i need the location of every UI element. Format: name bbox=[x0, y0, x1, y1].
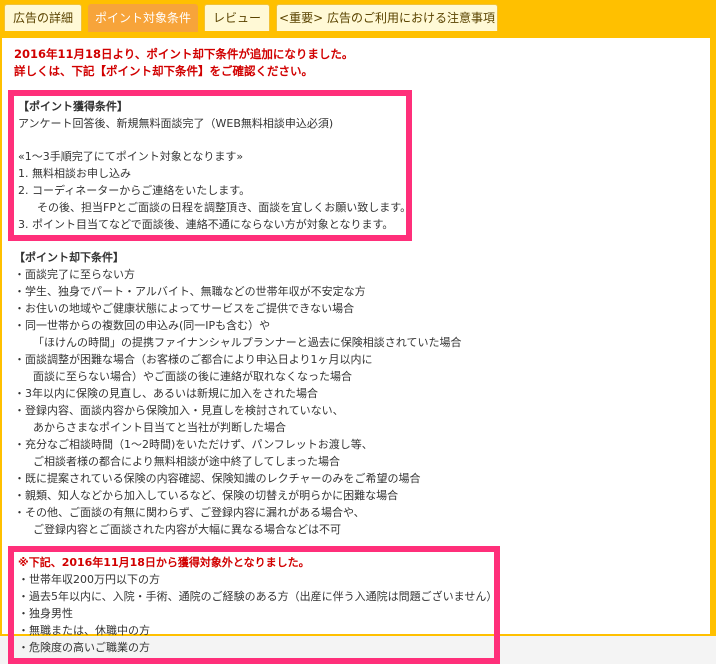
tab-ad-details[interactable]: 広告の詳細 bbox=[4, 4, 82, 31]
tab-bar: 広告の詳細 ポイント対象条件 レビュー <重要> 広告のご利用における注意事項 bbox=[0, 0, 716, 36]
reject-item: ・登録内容、面談内容から保険加入・見直しを検討されていない、 bbox=[14, 404, 344, 417]
excluded-title: ※下記、2016年11月18日から獲得対象外となりました。 bbox=[18, 556, 310, 569]
tab-review[interactable]: レビュー bbox=[204, 4, 270, 31]
reject-item: ・その他、ご面談の有無に関わらず、ご登録内容に漏れがある場合や、 bbox=[14, 506, 365, 519]
reject-section: 【ポイント却下条件】 ・面談完了に至らない方・学生、独身でパート・アルバイト、無… bbox=[14, 249, 704, 538]
reject-title: 【ポイント却下条件】 bbox=[14, 251, 124, 264]
reject-item: ・面談調整が困難な場合（お客様のご都合により申込日より1ヶ月以内に bbox=[14, 353, 373, 366]
notice-line-2: 詳しくは、下記【ポイント却下条件】をご確認ください。 bbox=[14, 64, 313, 78]
reject-item: ・親類、知人などから加入しているなど、保険の切替えが明らかに困難な場合 bbox=[14, 489, 399, 502]
earn-step: 2. コーディネーターからご連絡をいたします。 bbox=[18, 184, 251, 197]
excluded-item: ・過去5年以内に、入院・手術、通院のご経験のある方（出産に伴う入通院は問題ござい… bbox=[18, 590, 498, 603]
reject-item: ・既に提案されている保険の内容確認、保険知識のレクチャーのみをご希望の場合 bbox=[14, 472, 421, 485]
reject-item: ご登録内容とご面談された内容が大幅に異なる場合などは不可 bbox=[33, 523, 341, 536]
content-panel: 2016年11月18日より、ポイント却下条件が追加になりました。 詳しくは、下記… bbox=[0, 32, 712, 664]
reject-item: ・3年以内に保険の見直し、あるいは新規に加入をされた場合 bbox=[14, 387, 318, 400]
earn-line-1: アンケート回答後、新規無料面談完了（WEB無料相談申込必須) bbox=[18, 117, 334, 130]
scrollbar[interactable] bbox=[712, 36, 716, 636]
reject-item: ・面談完了に至らない方 bbox=[14, 268, 135, 281]
tab-point-conditions[interactable]: ポイント対象条件 bbox=[88, 4, 198, 33]
excluded-item: ・無職または、休職中の方 bbox=[18, 624, 150, 637]
earn-step: その後、担当FPとご面談の日程を調整頂き、面談を宜しくお願い致します。 bbox=[37, 201, 412, 214]
earn-line-2: «1～3手順完了にてポイント対象となります» bbox=[18, 150, 244, 163]
notice-line-1: 2016年11月18日より、ポイント却下条件が追加になりました。 bbox=[14, 47, 354, 61]
notice: 2016年11月18日より、ポイント却下条件が追加になりました。 詳しくは、下記… bbox=[14, 46, 704, 80]
reject-item: 面談に至らない場合）やご面談の後に連絡が取れなくなった場合 bbox=[33, 370, 352, 383]
excluded-item: ・世帯年収200万円以下の方 bbox=[18, 573, 160, 586]
tab-important-notes[interactable]: <重要> 広告のご利用における注意事項 bbox=[276, 4, 498, 31]
reject-item: ・お住いの地域やご健康状態によってサービスをご提供できない場合 bbox=[14, 302, 355, 315]
earn-step: 3. ポイント目当てなどで面談後、連絡不通にならない方が対象となります。 bbox=[18, 218, 394, 231]
content-body: 2016年11月18日より、ポイント却下条件が追加になりました。 詳しくは、下記… bbox=[8, 46, 704, 664]
reject-item: ご相談者様の都合により無料相談が途中終了してしまった場合 bbox=[33, 455, 341, 468]
earn-conditions-box: 【ポイント獲得条件】 アンケート回答後、新規無料面談完了（WEB無料相談申込必須… bbox=[8, 90, 412, 241]
reject-item: 「ほけんの時間」の提携ファイナンシャルプランナーと過去に保険相談されていた場合 bbox=[33, 336, 462, 349]
reject-item: あからさまなポイント目当てと当社が判断した場合 bbox=[33, 421, 286, 434]
reject-item: ・学生、独身でパート・アルバイト、無職などの世帯年収が不安定な方 bbox=[14, 285, 366, 298]
excluded-list: ・世帯年収200万円以下の方・過去5年以内に、入院・手術、通院のご経験のある方（… bbox=[18, 571, 498, 656]
earn-title: 【ポイント獲得条件】 bbox=[18, 100, 128, 113]
reject-item: ・充分なご相談時間（1～2時間)をいただけず、パンフレットお渡し等、 bbox=[14, 438, 373, 451]
excluded-box: ※下記、2016年11月18日から獲得対象外となりました。 ・世帯年収200万円… bbox=[8, 546, 500, 664]
earn-step: 1. 無料相談お申し込み bbox=[18, 167, 131, 180]
reject-list: ・面談完了に至らない方・学生、独身でパート・アルバイト、無職などの世帯年収が不安… bbox=[14, 266, 704, 538]
excluded-item: ・独身男性 bbox=[18, 607, 73, 620]
reject-item: ・同一世帯からの複数回の申込み(同一IPも含む）や bbox=[14, 319, 271, 332]
excluded-item: ・危険度の高いご職業の方 bbox=[18, 641, 150, 654]
